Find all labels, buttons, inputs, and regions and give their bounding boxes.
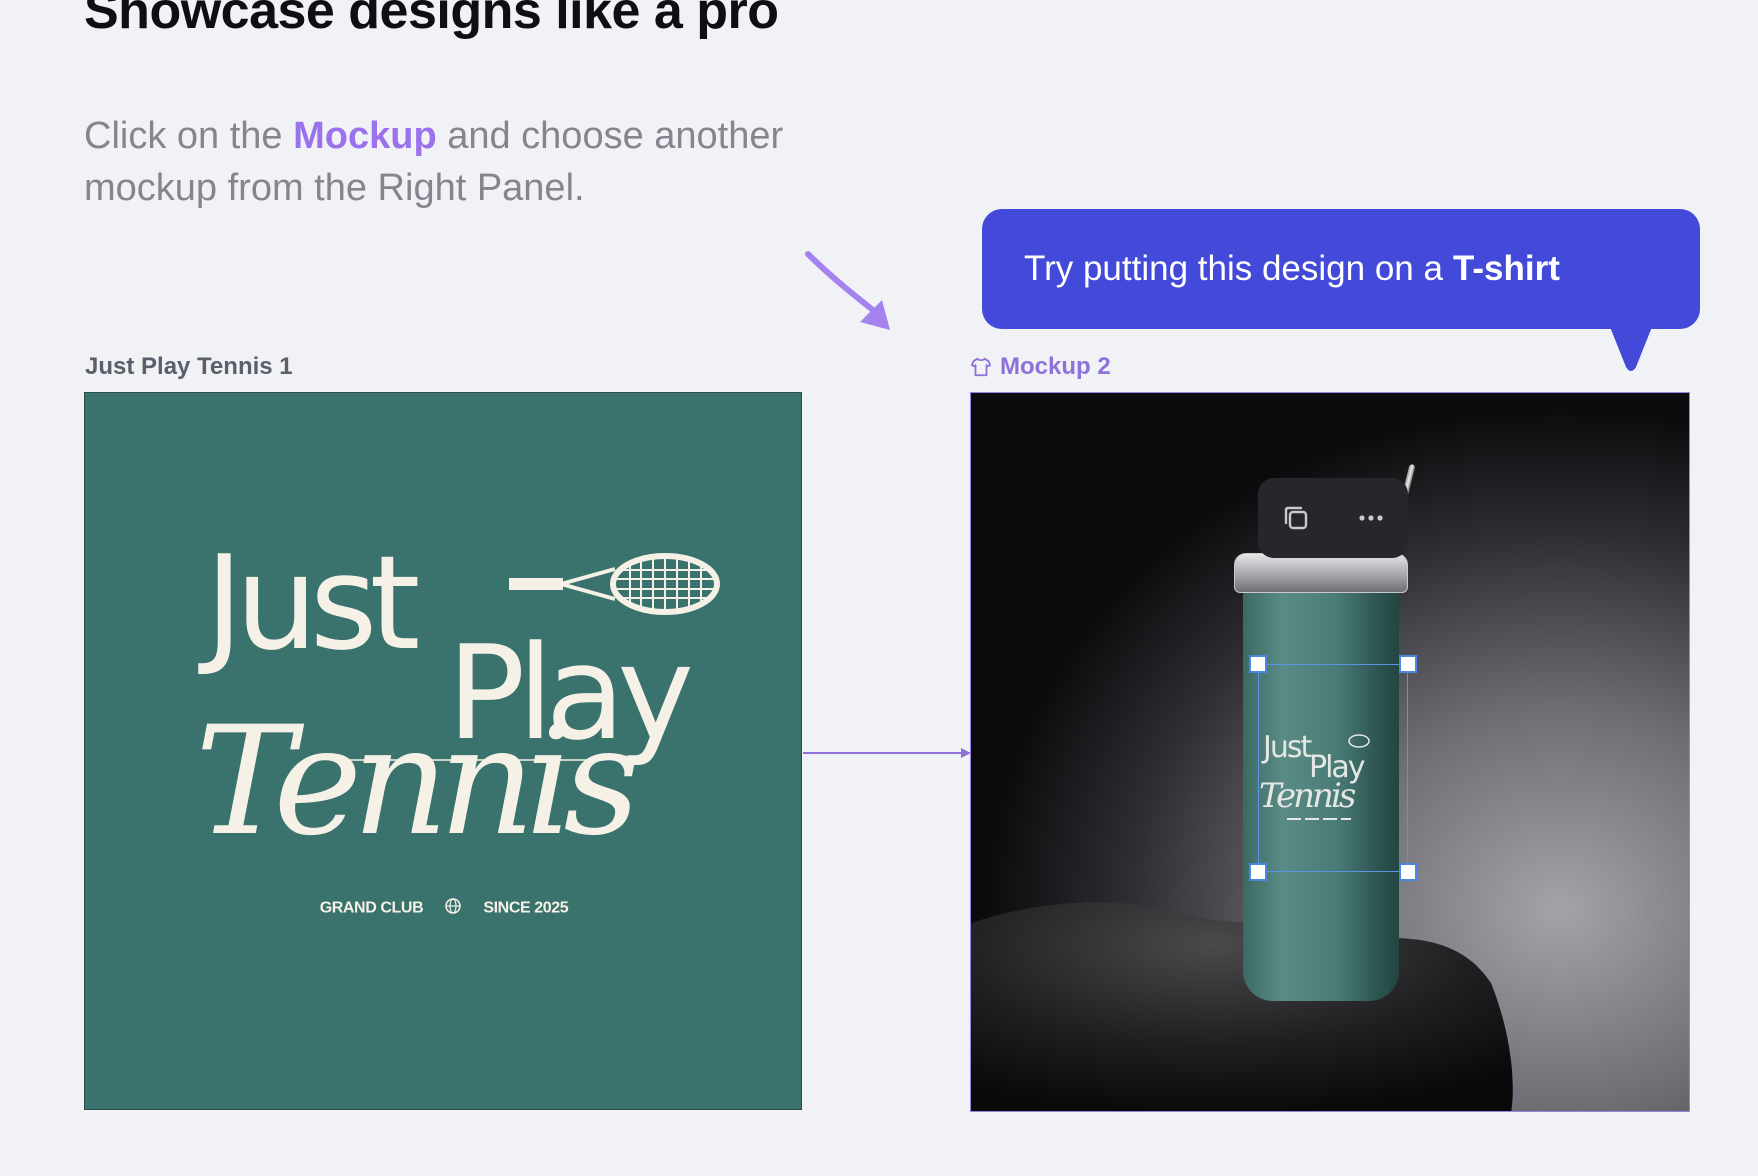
resize-handle-bottom-right[interactable] — [1399, 863, 1417, 881]
tumbler-lid — [1234, 553, 1408, 593]
page-title: Showcase designs like a pro — [84, 0, 779, 40]
logo-left-text: GRAND CLUB — [319, 899, 424, 917]
globe-icon — [445, 898, 462, 919]
design-frame[interactable]: Just Play Tennis GRAND CLUB SINCE 2025 — [84, 392, 802, 1110]
mockup-frame-label[interactable]: Mockup 2 — [970, 352, 1111, 382]
duplicate-icon — [1284, 506, 1307, 530]
mockup-frame[interactable]: Just Play Tennis — [970, 392, 1690, 1112]
resize-handle-top-left[interactable] — [1249, 655, 1267, 673]
tshirt-icon — [970, 357, 992, 377]
design-frame-label[interactable]: Just Play Tennis 1 — [85, 352, 293, 382]
tennis-racket-icon — [509, 553, 720, 615]
instructions-text: Click on the Mockup and choose another m… — [84, 110, 844, 214]
duplicate-button[interactable] — [1270, 492, 1322, 544]
tooltip-bubble[interactable]: Try putting this design on a T-shirt — [982, 209, 1700, 329]
instructions-highlight: Mockup — [293, 115, 437, 157]
floating-toolbar — [1258, 478, 1408, 558]
hand-drawn-arrow-icon — [805, 251, 890, 330]
connector-arrow — [803, 748, 971, 758]
selection-box[interactable] — [1249, 655, 1417, 881]
resize-handle-bottom-left[interactable] — [1249, 863, 1267, 881]
bubble-text: Try putting this design on a — [1024, 249, 1443, 288]
more-options-button[interactable] — [1345, 492, 1397, 544]
bubble-tail-icon — [1610, 327, 1652, 371]
more-icon — [1358, 515, 1383, 521]
mockup-frame-label-text: Mockup 2 — [1000, 353, 1111, 380]
just-play-tennis-logo: Just Play Tennis — [195, 527, 720, 869]
logo-word-tennis: Tennis — [195, 695, 635, 869]
bubble-bold-text: T-shirt — [1452, 249, 1560, 288]
logo-subline: GRAND CLUB SINCE 2025 — [85, 898, 801, 919]
resize-handle-top-right[interactable] — [1399, 655, 1417, 673]
logo-word-just: Just — [198, 527, 417, 679]
instructions-part1: Click on the — [84, 115, 294, 157]
logo-right-text: SINCE 2025 — [483, 899, 569, 917]
